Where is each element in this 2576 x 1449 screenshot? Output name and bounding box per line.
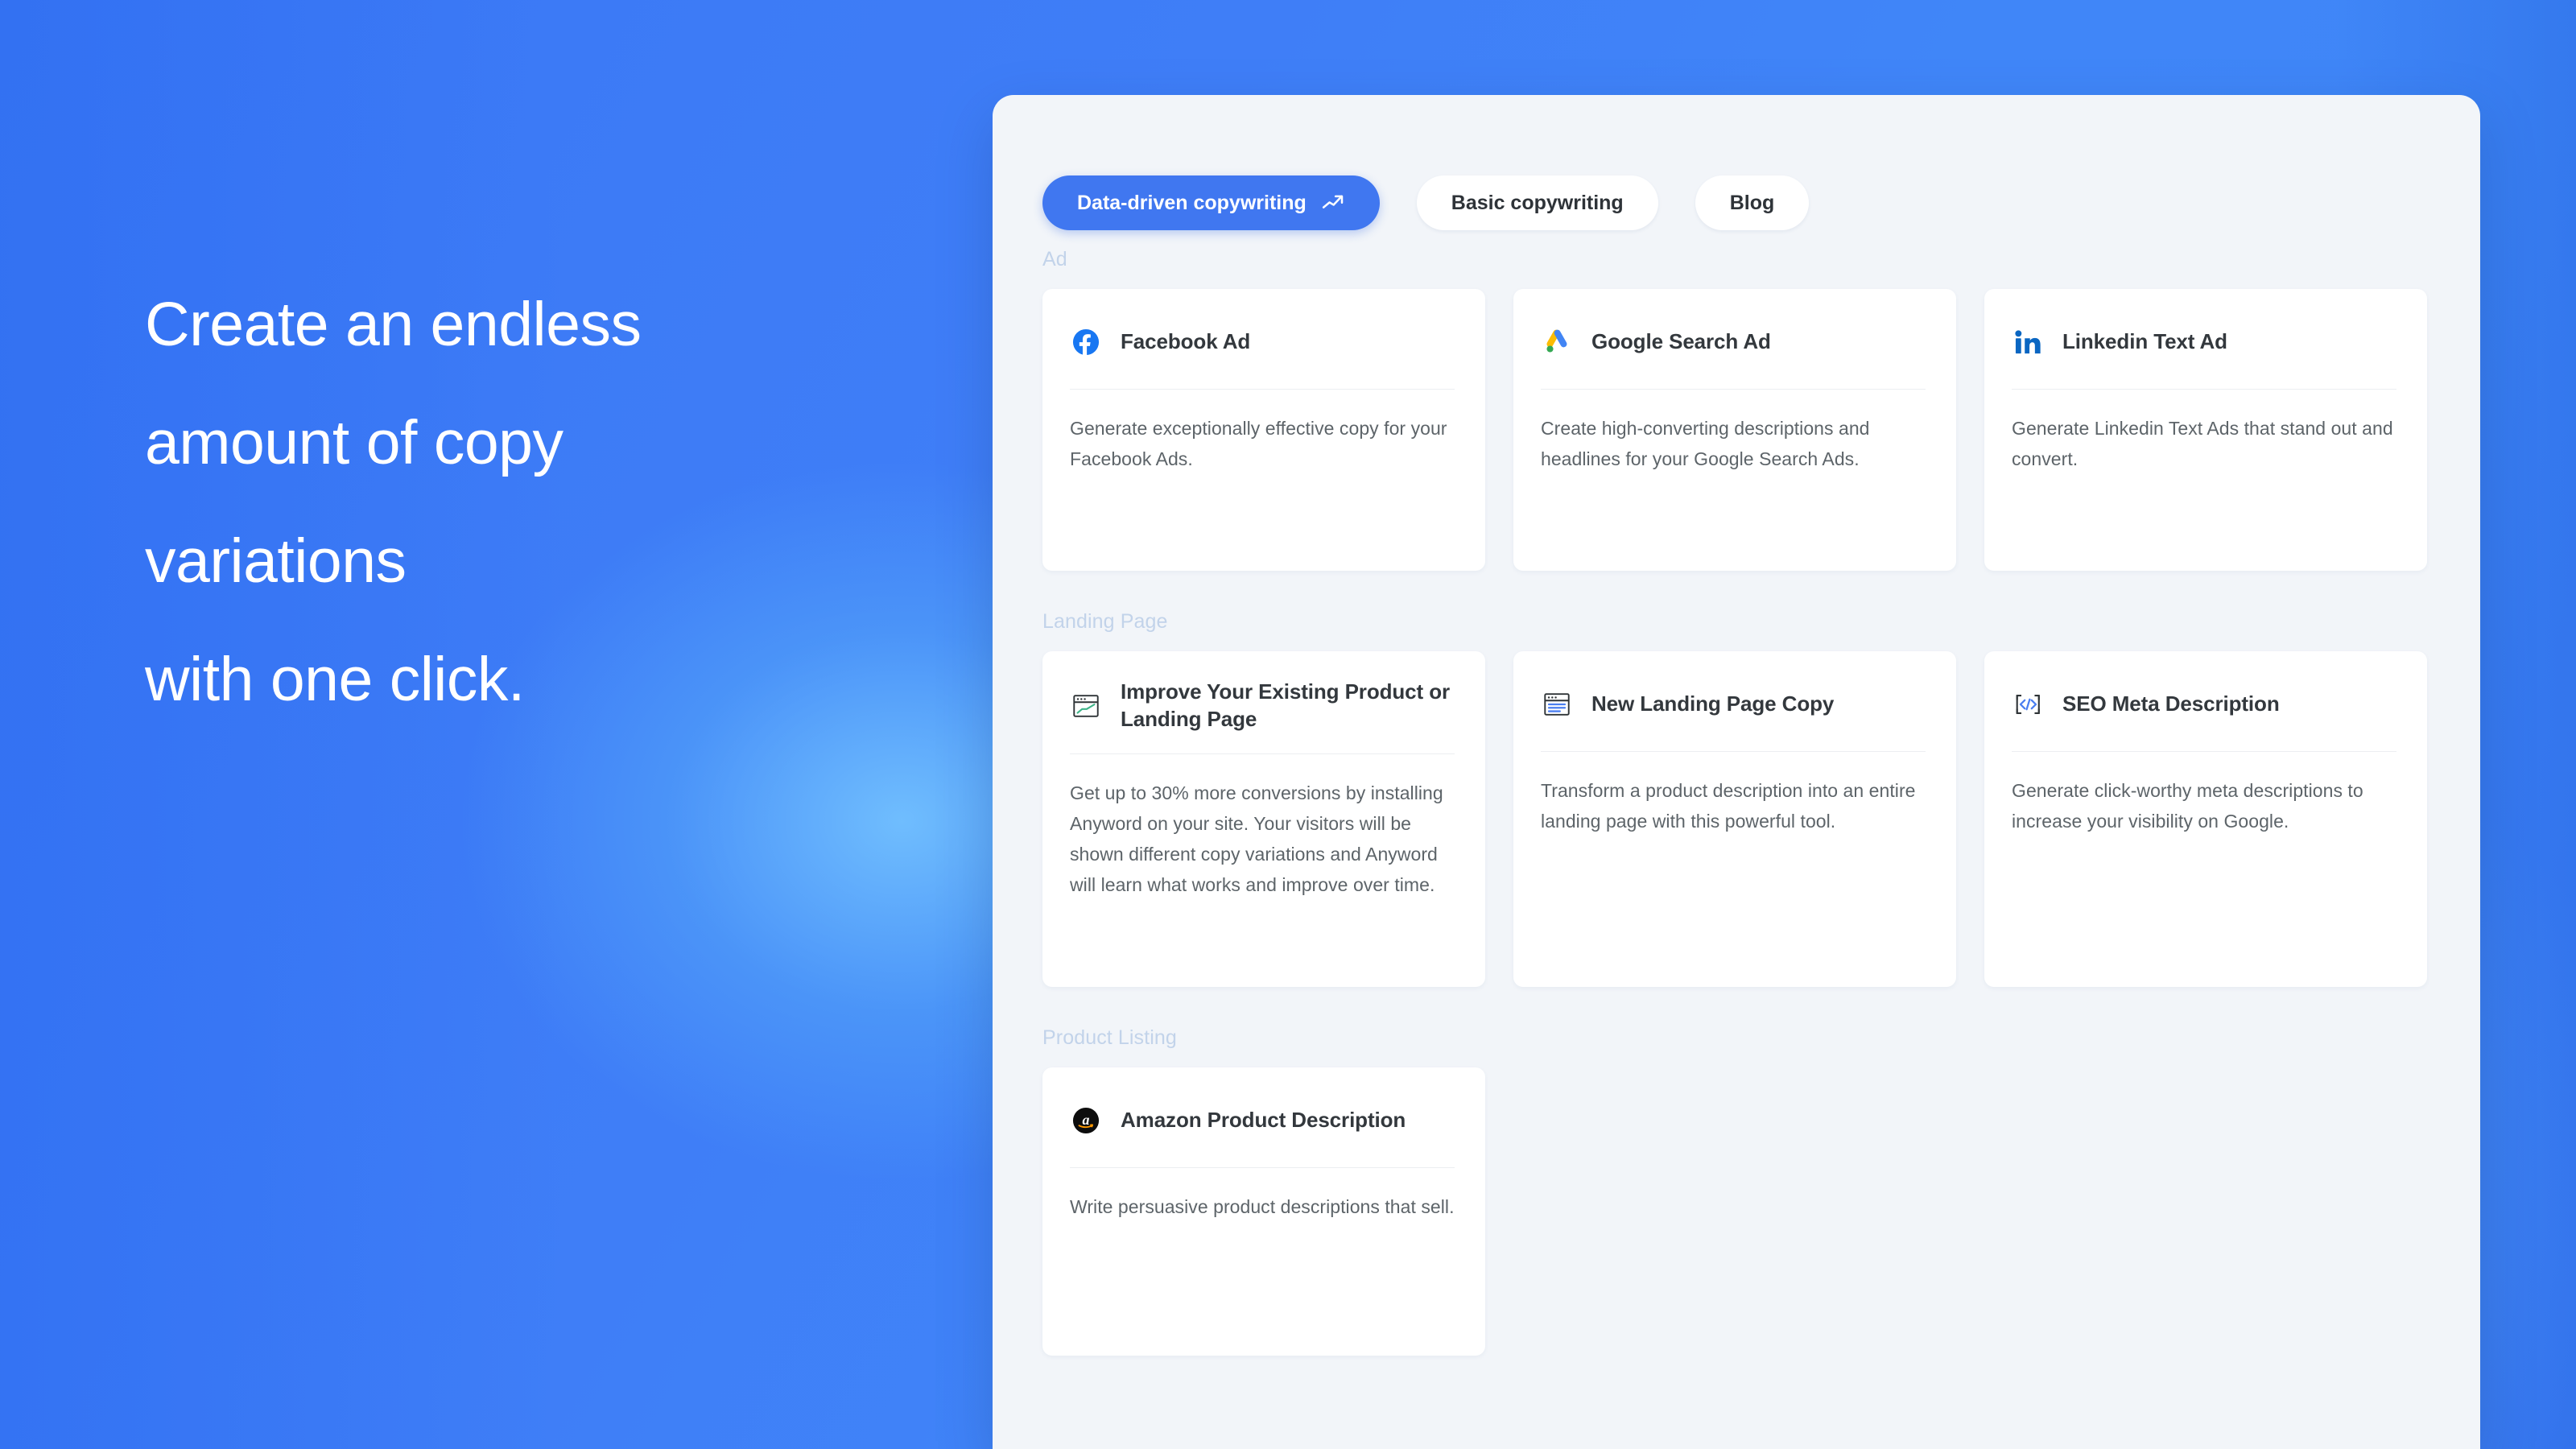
card-divider [2012, 389, 2396, 390]
hero-line-1: Create an endless [145, 290, 642, 359]
card-linkedin-text-ad[interactable]: Linkedin Text Ad Generate Linkedin Text … [1984, 289, 2427, 571]
card-header: Linkedin Text Ad [2012, 316, 2396, 368]
section-product-listing: Product Listing a Amazon Product Descrip… [1042, 1026, 2411, 1356]
tab-label: Blog [1729, 191, 1775, 214]
amazon-icon: a [1070, 1104, 1102, 1137]
svg-text:a: a [1083, 1112, 1090, 1128]
card-header: SEO Meta Description [2012, 679, 2396, 730]
card-grid-product-listing: a Amazon Product Description Write persu… [1042, 1067, 2411, 1356]
card-seo-meta-description[interactable]: SEO Meta Description Generate click-wort… [1984, 651, 2427, 987]
facebook-icon [1070, 326, 1102, 358]
card-divider [2012, 751, 2396, 752]
browser-chart-icon [1070, 690, 1102, 722]
card-divider [1541, 751, 1926, 752]
tab-label: Data-driven copywriting [1077, 191, 1307, 214]
tab-label: Basic copywriting [1451, 191, 1624, 214]
tab-basic-copywriting[interactable]: Basic copywriting [1416, 175, 1658, 230]
google-ads-icon [1541, 326, 1573, 358]
card-title: SEO Meta Description [2062, 691, 2280, 716]
tab-blog[interactable]: Blog [1695, 175, 1810, 230]
card-google-search-ad[interactable]: Google Search Ad Create high-converting … [1513, 289, 1956, 571]
section-label-ad: Ad [1042, 248, 1067, 270]
trending-up-icon [1321, 191, 1345, 215]
card-title: Facebook Ad [1121, 329, 1251, 354]
card-new-landing-page-copy[interactable]: New Landing Page Copy Transform a produc… [1513, 651, 1956, 987]
card-description: Create high-converting descriptions and … [1541, 418, 1870, 469]
tab-bar: Data-driven copywriting Basic copywritin… [1042, 175, 1810, 230]
section-label-landing-page: Landing Page [1042, 610, 1168, 633]
card-title: Amazon Product Description [1121, 1108, 1406, 1133]
card-title: Linkedin Text Ad [2062, 329, 2227, 354]
card-grid-ad: Facebook Ad Generate exceptionally effec… [1042, 289, 2427, 571]
card-title: New Landing Page Copy [1591, 691, 1835, 716]
app-panel: Data-driven copywriting Basic copywritin… [993, 95, 2480, 1449]
card-improve-existing-page[interactable]: Improve Your Existing Product or Landing… [1042, 651, 1485, 987]
card-divider [1070, 389, 1455, 390]
section-ad: Ad Facebook Ad Generate exceptionally ef… [1042, 248, 2427, 571]
card-description: Generate exceptionally effective copy fo… [1070, 418, 1447, 469]
card-description: Generate click-worthy meta descriptions … [2012, 780, 2363, 832]
card-header: Facebook Ad [1070, 316, 1455, 368]
card-facebook-ad[interactable]: Facebook Ad Generate exceptionally effec… [1042, 289, 1485, 571]
card-amazon-product-description[interactable]: a Amazon Product Description Write persu… [1042, 1067, 1485, 1356]
card-divider [1070, 1167, 1455, 1168]
tab-data-driven-copywriting[interactable]: Data-driven copywriting [1042, 175, 1380, 230]
card-grid-landing-page: Improve Your Existing Product or Landing… [1042, 651, 2427, 987]
section-label-product-listing: Product Listing [1042, 1026, 1177, 1049]
browser-text-icon [1541, 688, 1573, 720]
card-description: Get up to 30% more conversions by instal… [1070, 782, 1443, 895]
hero-line-4: with one click. [145, 645, 525, 714]
section-landing-page: Landing Page Improve Your Existing Produ… [1042, 610, 2427, 987]
card-title: Google Search Ad [1591, 329, 1771, 354]
card-header: Improve Your Existing Product or Landing… [1070, 679, 1455, 733]
card-header: a Amazon Product Description [1070, 1095, 1455, 1146]
linkedin-icon [2012, 326, 2044, 358]
code-brackets-icon [2012, 688, 2044, 720]
card-title: Improve Your Existing Product or Landing… [1121, 679, 1451, 731]
card-divider [1070, 753, 1455, 755]
card-description: Transform a product description into an … [1541, 780, 1916, 832]
card-header: New Landing Page Copy [1541, 679, 1926, 730]
card-description: Generate Linkedin Text Ads that stand ou… [2012, 418, 2393, 469]
card-description: Write persuasive product descriptions th… [1070, 1196, 1455, 1217]
hero-line-3: variations [145, 526, 407, 596]
card-divider [1541, 389, 1926, 390]
hero-headline: Create an endless amount of copy variati… [145, 266, 934, 739]
hero-line-2: amount of copy [145, 408, 564, 477]
card-header: Google Search Ad [1541, 316, 1926, 368]
